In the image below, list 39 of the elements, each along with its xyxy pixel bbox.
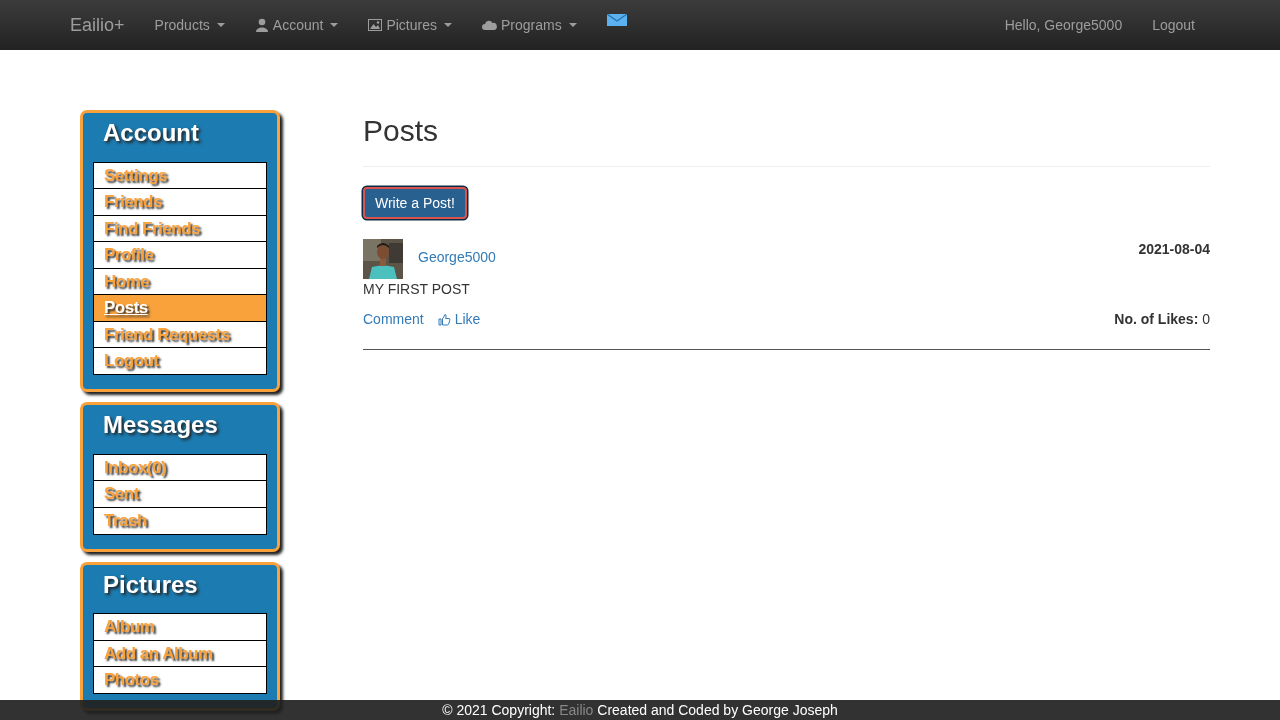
sidebar-item[interactable]: Find Friends xyxy=(93,214,267,243)
post-text: MY FIRST POST xyxy=(363,281,471,297)
brand-link[interactable]: Eailio+ xyxy=(70,14,125,36)
nav-menu[interactable]: Pictures xyxy=(368,17,452,33)
thumbs-up-icon xyxy=(437,312,451,326)
page-title: Posts xyxy=(363,113,440,148)
footer-link[interactable]: Eailio xyxy=(559,702,594,718)
nav-menu[interactable]: Programs xyxy=(481,17,577,33)
author-link[interactable]: George5000 xyxy=(418,249,496,265)
user-icon xyxy=(254,18,269,32)
sidebar-item[interactable]: Photos xyxy=(93,666,267,694)
comment-link[interactable]: Comment xyxy=(363,311,424,327)
footer-text: © 2021 Copyright: Eailio Created and Coded by George Joseph xyxy=(442,702,838,718)
nav-menu[interactable]: Account xyxy=(254,17,339,33)
envelope-icon[interactable] xyxy=(606,14,627,26)
like-link[interactable]: Like xyxy=(437,311,481,327)
sidebar-item[interactable]: Friend Requests xyxy=(93,320,267,349)
sidebar-item[interactable]: Settings xyxy=(93,161,267,190)
image-icon xyxy=(368,19,383,31)
write-post-button[interactable]: Write a Post! xyxy=(363,187,467,219)
sidebar-item[interactable]: Logout xyxy=(93,347,267,375)
logout-link[interactable]: Logout xyxy=(1152,17,1195,33)
sidebar-item[interactable]: Home xyxy=(93,267,267,296)
panel-title: Account xyxy=(102,119,200,147)
panel-title: Pictures xyxy=(102,570,199,599)
sidebar-item[interactable]: Inbox(0) xyxy=(93,453,267,482)
sidebar-item[interactable]: Album xyxy=(93,613,267,641)
sidebar-item[interactable]: Friends xyxy=(93,188,267,216)
sidebar-item[interactable]: Profile xyxy=(93,241,267,269)
cloud-icon xyxy=(481,20,497,30)
post-date: 2021-08-04 xyxy=(1138,241,1210,257)
sidebar-item[interactable]: Posts xyxy=(93,294,267,322)
nav-menu[interactable]: Products xyxy=(154,17,225,33)
sidebar-item[interactable]: Sent xyxy=(93,480,267,508)
sidebar-item[interactable]: Add an Album xyxy=(93,639,267,668)
greeting-link[interactable]: Hello, George5000 xyxy=(1004,17,1123,33)
likes-count: No. of Likes: 0 xyxy=(1114,311,1210,327)
panel-title: Messages xyxy=(102,411,219,439)
sidebar-item[interactable]: Trash xyxy=(93,506,267,535)
